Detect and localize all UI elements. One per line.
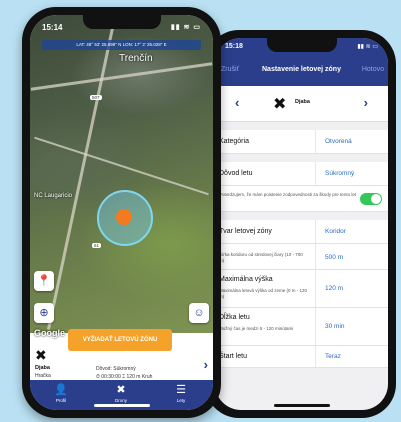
phone-settings: 15:18 ▮▮ ≋ ▭ Zrušiť Nastavenie letovej z… — [205, 30, 396, 418]
height-row[interactable]: Maximálna výška Maximálna letová výška o… — [215, 270, 388, 308]
divider — [315, 220, 316, 243]
tab-label: Drony — [114, 398, 127, 403]
divider — [315, 308, 316, 345]
flight-reason: Dôvod: Súkromný — [96, 366, 136, 372]
drone-name: Djaba — [295, 99, 310, 105]
row-label: Dôvod letu — [219, 170, 253, 177]
status-icons: ▮▮ ≋ ▭ — [170, 24, 201, 31]
google-logo: Google — [34, 328, 65, 338]
tab-label: Profil — [55, 398, 67, 403]
notch — [266, 38, 337, 52]
row-label: Kategória — [219, 138, 249, 145]
status-time: 15:18 — [225, 43, 243, 50]
road-number: 507 — [90, 95, 102, 100]
divider — [315, 270, 316, 307]
recenter-button[interactable]: ⊕ — [34, 303, 54, 323]
row-sublabel: Šírka koridoru od stredovej čiary (10 - … — [219, 252, 303, 263]
drone-operator-button[interactable]: ☺ — [189, 303, 209, 323]
home-indicator — [93, 404, 150, 407]
row-value: 120 m — [325, 285, 344, 292]
row-label: Maximálna výška — [219, 276, 273, 283]
drone-icon: ✖ — [116, 384, 126, 396]
map-road — [30, 62, 213, 91]
row-sublabel: Možný čas je medzi 5 - 120 minútami — [219, 326, 294, 331]
home-indicator — [273, 404, 330, 407]
row-value: Teraz — [325, 353, 341, 360]
drone-icon: ✖ — [35, 347, 47, 363]
status-icons: ▮▮ ≋ ▭ — [357, 44, 378, 50]
location-pin-button[interactable]: 📍 — [34, 271, 54, 291]
category-row[interactable]: Kategória Otvorená — [215, 130, 388, 154]
divider — [315, 244, 316, 269]
map-road — [34, 136, 209, 196]
user-icon: 👤 — [54, 384, 68, 396]
width-row[interactable]: Šírka koridoru od stredovej čiary (10 - … — [215, 244, 388, 270]
duration-row[interactable]: Dĺžka letu Možný čas je medzi 5 - 120 mi… — [215, 308, 388, 346]
row-value: Koridor — [325, 228, 346, 235]
drone-selector: ‹ ✖ Djaba › — [215, 86, 388, 122]
city-label: Trenčín — [119, 53, 153, 64]
road-number: 61 — [92, 243, 102, 248]
divider — [315, 346, 316, 367]
chevron-left-icon[interactable]: ‹ — [235, 95, 239, 110]
row-label: Štart letu — [219, 353, 248, 360]
tab-bar: 👤 Profil ✖ Drony ☰ Lety — [30, 380, 213, 410]
map-screen: Trenčín NC Laugaricio 507 61 📍 ⊕ ☺ 15:14… — [30, 15, 213, 410]
shape-row[interactable]: Tvar letovej zóny Koridor — [215, 220, 388, 244]
operator-icon: ☺ — [193, 307, 205, 319]
status-time: 15:14 — [42, 23, 63, 32]
drone-name: Djaba — [35, 365, 50, 371]
map-road — [46, 18, 117, 330]
tab-flights[interactable]: ☰ Lety — [161, 384, 201, 403]
notch — [82, 15, 161, 29]
row-label: Tvar letovej zóny — [219, 228, 272, 235]
tab-label: Lety — [176, 398, 186, 403]
drone-type: Hračka — [35, 373, 51, 379]
insurance-toggle[interactable] — [360, 193, 382, 205]
map-view[interactable]: Trenčín NC Laugaricio 507 61 📍 ⊕ ☺ — [30, 15, 213, 333]
flight-zone-center[interactable] — [116, 209, 132, 225]
row-sublabel: Maximálna letová výška od zeme (0 m - 12… — [219, 288, 308, 299]
divider — [315, 162, 316, 185]
row-value: Otvorená — [325, 138, 352, 145]
tab-drones[interactable]: ✖ Drony — [101, 384, 141, 403]
request-zone-button[interactable]: VYŽIADAŤ LETOVÚ ZÓNU — [68, 329, 172, 351]
insurance-text: Potvrdzujem, že mám poistenie zodpovedno… — [219, 192, 357, 197]
reason-row[interactable]: Dôvod letu Súkromný — [215, 162, 388, 186]
tab-profile[interactable]: 👤 Profil — [41, 384, 81, 403]
done-button[interactable]: Hotovo — [362, 66, 384, 73]
settings-screen: 15:18 ▮▮ ≋ ▭ Zrušiť Nastavenie letovej z… — [215, 38, 388, 410]
list-icon: ☰ — [176, 384, 186, 396]
chevron-right-icon[interactable]: › — [204, 357, 208, 372]
location-pin-icon: 📍 — [37, 275, 51, 287]
insurance-row: Potvrdzujem, že mám poistenie zodpovedno… — [215, 186, 388, 212]
row-value: 30 min — [325, 323, 345, 330]
chevron-right-icon[interactable]: › — [364, 95, 368, 110]
phone-map: Trenčín NC Laugaricio 507 61 📍 ⊕ ☺ 15:14… — [22, 7, 221, 418]
divider — [315, 130, 316, 153]
settings-list: Kategória Otvorená Dôvod letu Súkromný P… — [215, 130, 388, 368]
coordinates-bar: LAT: 48° 53' 25.698" N LON: 17° 2' 25.02… — [42, 40, 201, 50]
start-row[interactable]: Štart letu Teraz — [215, 346, 388, 368]
crosshair-icon: ⊕ — [39, 307, 49, 319]
row-value: Súkromný — [325, 170, 355, 177]
row-value: 500 m — [325, 254, 344, 261]
drone-icon: ✖ — [273, 96, 287, 113]
place-label: NC Laugaricio — [34, 193, 73, 199]
row-label: Dĺžka letu — [219, 314, 250, 321]
